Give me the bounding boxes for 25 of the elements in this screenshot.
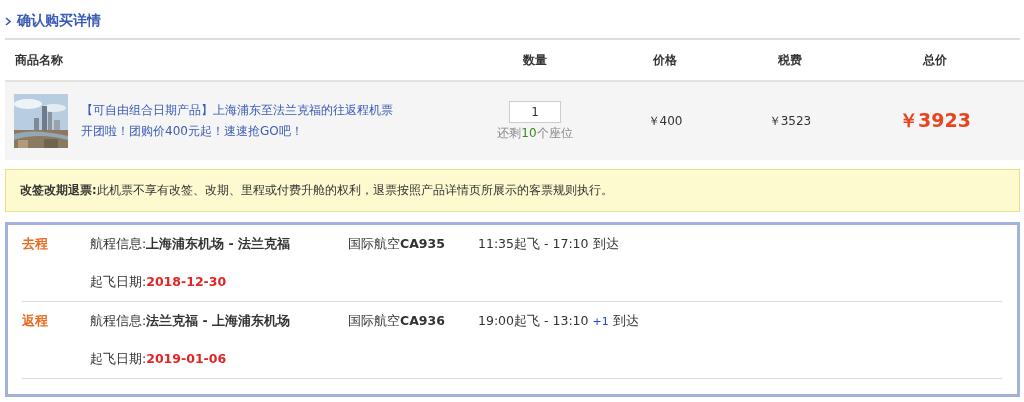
flight-times: 11:35起飞 - 17:10 (478, 235, 589, 253)
seats-remaining: 还剩10个座位 (497, 124, 573, 142)
date-label: 起飞日期: (90, 273, 147, 291)
total-price: ￥3923 (899, 108, 971, 133)
arrive-label: 到达 (592, 235, 619, 253)
route-info: 航程信息:法兰克福 - 上海浦东机场 (90, 312, 292, 330)
departure-date: 2019-01-06 (146, 350, 227, 368)
direction-label: 去程 (22, 235, 49, 253)
refund-notice: 改签改期退票:此机票不享有改签、改期、里程或付费升舱的权利，退票按照产品详情页所展示的客票规则执行。 (5, 169, 1020, 212)
flight-number: 国际航空CA936 (348, 312, 446, 330)
flight-times: 19:00起飞 - 13:10 (478, 312, 589, 330)
direction-label: 返程 (22, 312, 49, 330)
departure-date: 2018-12-30 (146, 273, 227, 291)
section-title: 确认购买详情 (17, 12, 101, 30)
chevron-icon (5, 16, 11, 26)
tax: ￥3523 (768, 112, 812, 130)
route-info: 航程信息:上海浦东机场 - 法兰克福 (90, 235, 292, 253)
quantity-field[interactable]: 1 (509, 100, 561, 123)
next-day-mark: +1 (592, 314, 609, 328)
product-subtitle-link[interactable]: 开团啦！团购价400元起！速速抢GO吧！ (81, 123, 393, 140)
date-label: 起飞日期: (90, 350, 147, 368)
flight-number: 国际航空CA935 (348, 235, 446, 253)
price: ￥400 (647, 112, 683, 130)
product-title-link[interactable]: 【可自由组合日期产品】上海浦东至法兰克福的往返程机票 (81, 102, 393, 119)
arrive-label: 到达 (612, 312, 639, 330)
